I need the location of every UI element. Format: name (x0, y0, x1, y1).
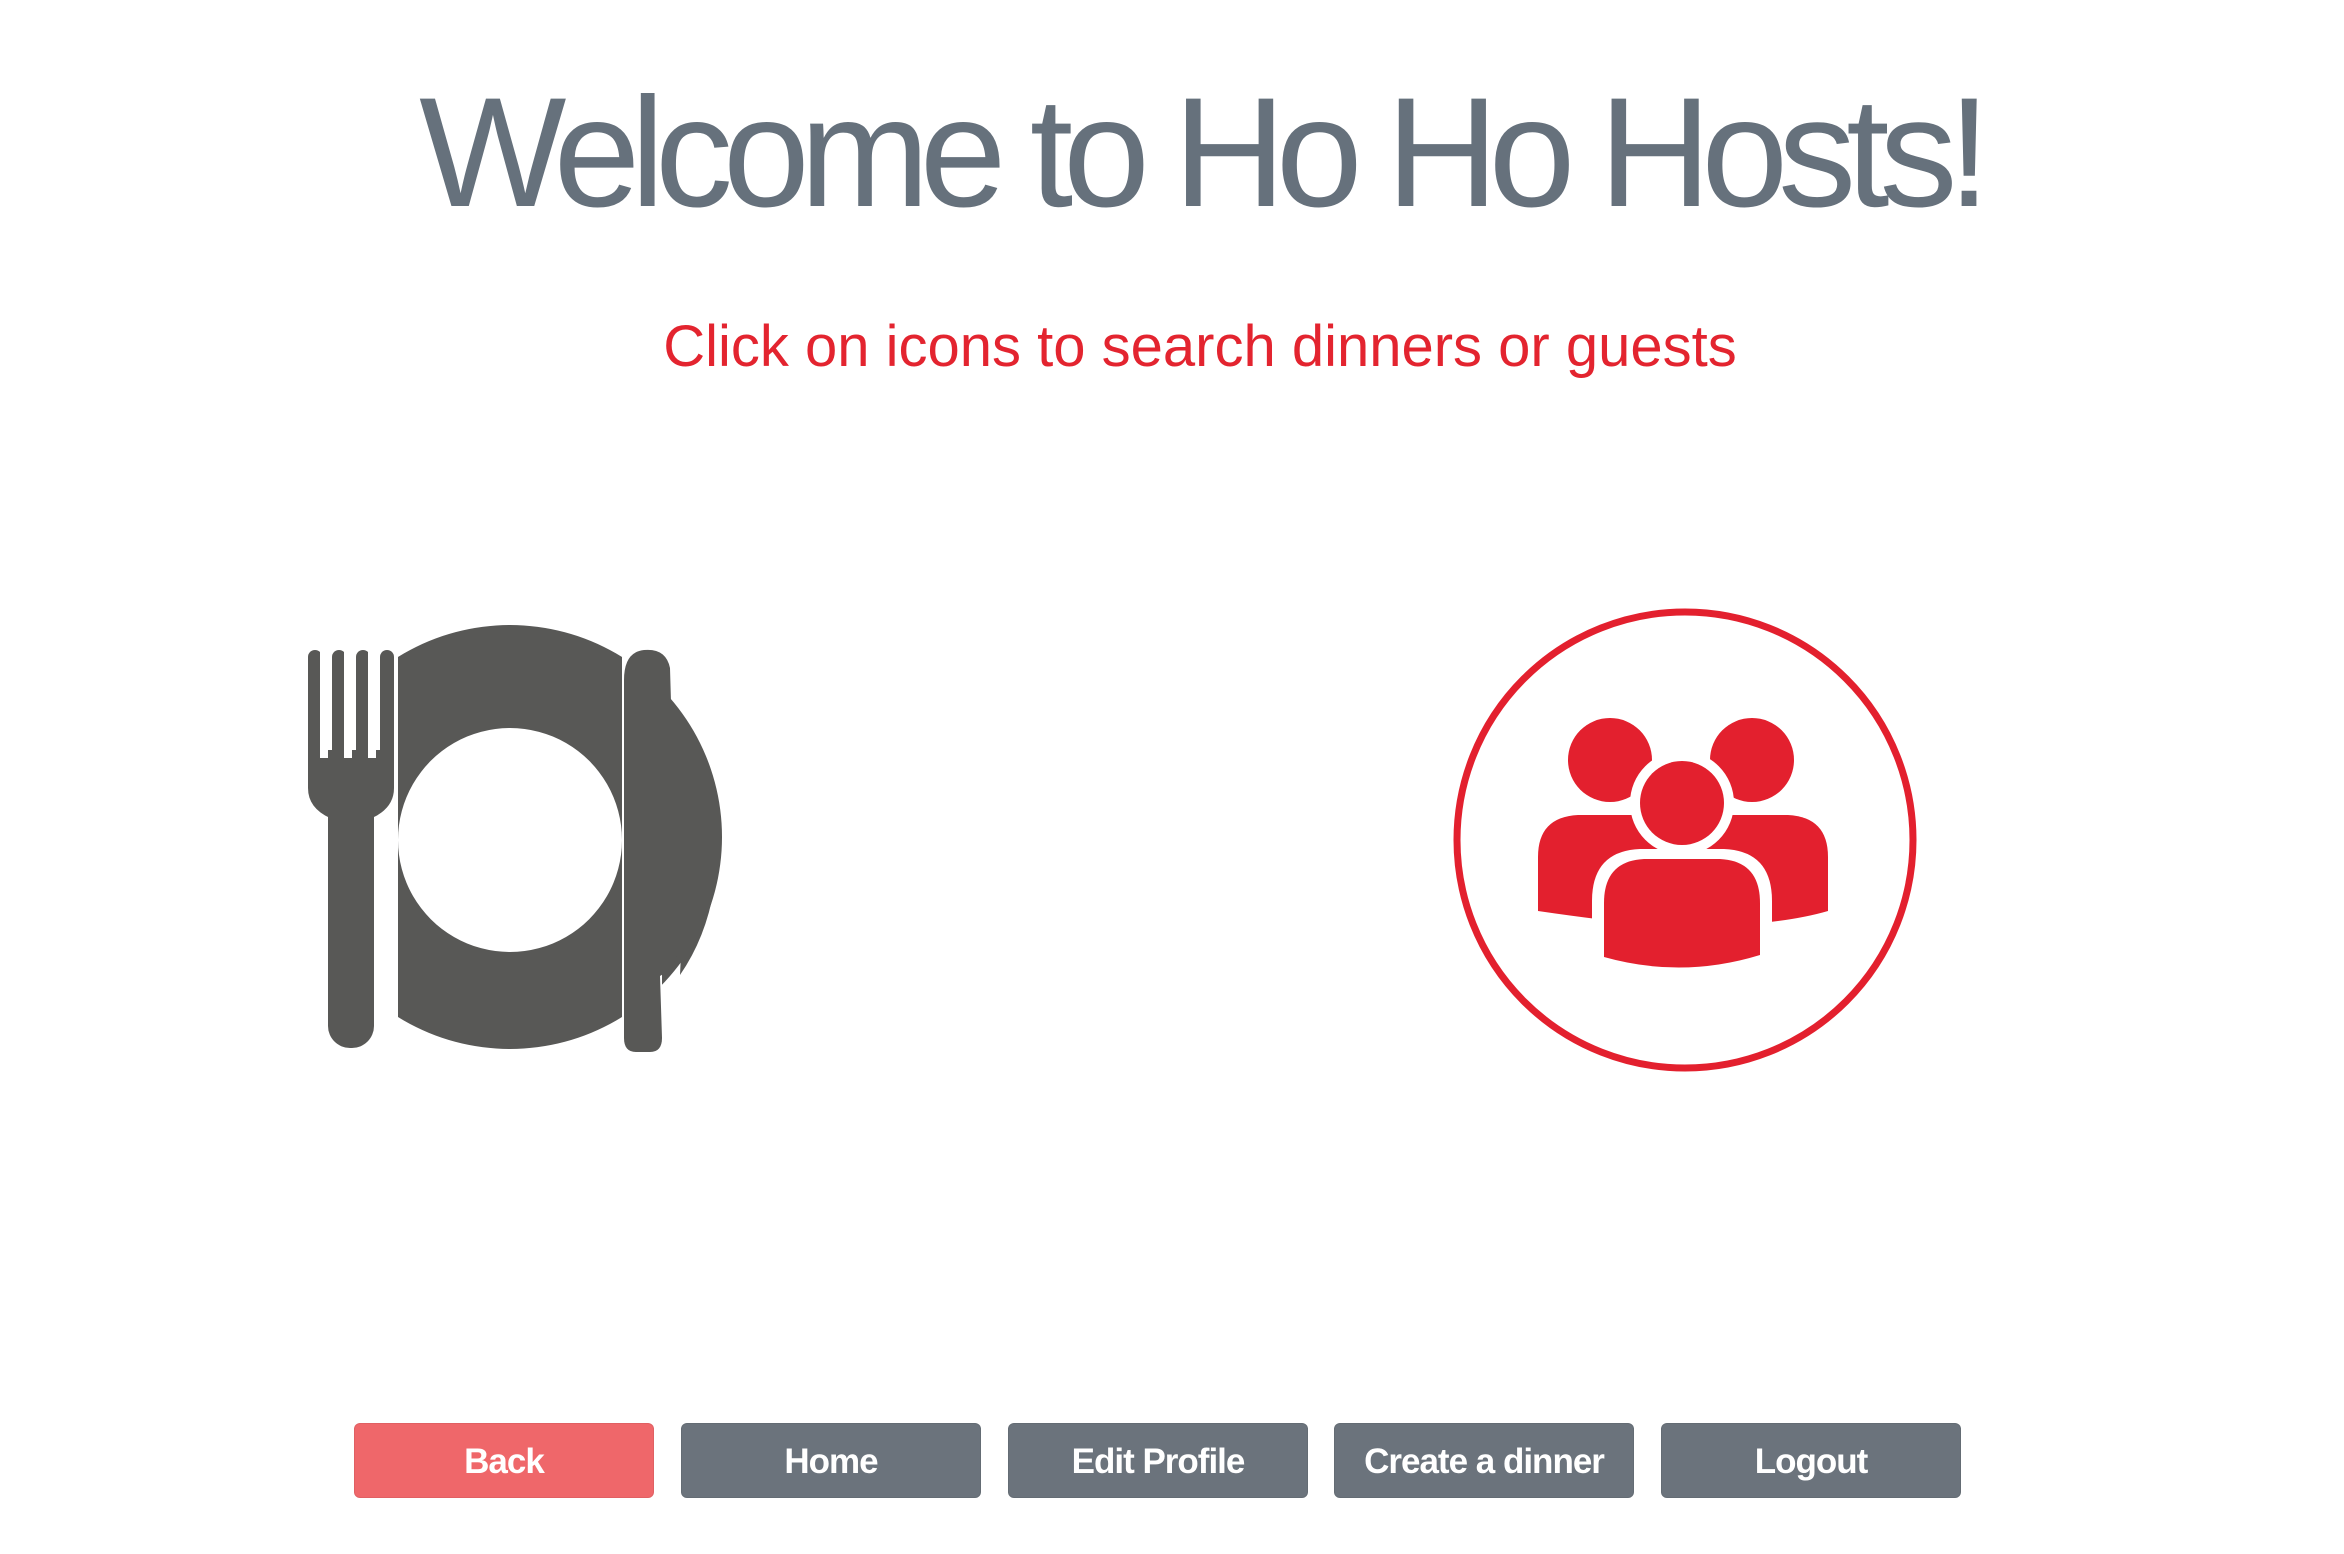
page-subtitle: Click on icons to search dinners or gues… (663, 314, 1737, 379)
nav-bar: Back Home Edit Profile Create a dinner L… (354, 1423, 1966, 1498)
search-dinners-link[interactable] (290, 620, 730, 1060)
group-people-icon[interactable] (1450, 605, 1920, 1075)
back-button[interactable]: Back (354, 1423, 654, 1498)
edit-profile-button[interactable]: Edit Profile (1008, 1423, 1308, 1498)
home-button[interactable]: Home (681, 1423, 981, 1498)
search-guests-link[interactable] (1450, 605, 1920, 1075)
logout-button[interactable]: Logout (1661, 1423, 1961, 1498)
plate-fork-knife-icon[interactable] (290, 620, 730, 1060)
page-title: Welcome to Ho Ho Hosts! (419, 66, 1991, 240)
create-dinner-button[interactable]: Create a dinner (1334, 1423, 1634, 1498)
